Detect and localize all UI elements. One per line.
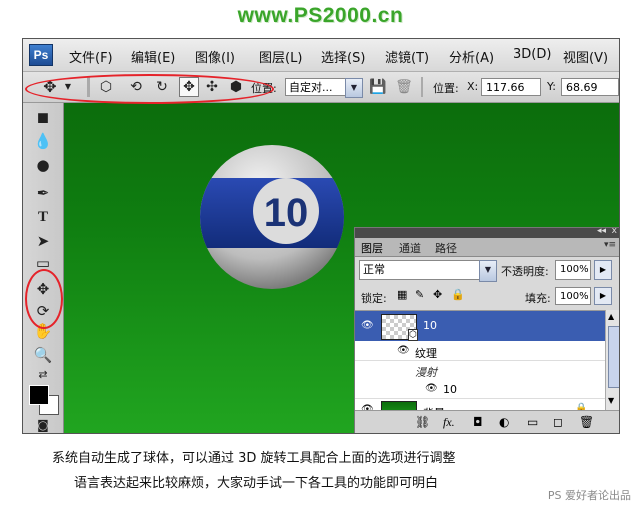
annotation-ellipse-toolbox (25, 269, 63, 329)
menu-file[interactable]: 文件(F) (69, 47, 113, 66)
new-layer-icon[interactable]: ◻ (553, 415, 563, 429)
tab-channels[interactable]: 通道 (399, 240, 421, 256)
scroll-thumb[interactable] (608, 326, 619, 388)
eraser-tool-icon[interactable]: ◼ (33, 107, 53, 127)
position-select[interactable]: 自定对... ▼ (285, 78, 363, 98)
layer-row-10[interactable]: 👁 ⬡ 10 (355, 311, 605, 341)
layer-list-scrollbar[interactable]: ▲ ▼ (605, 310, 619, 410)
ball-number: 10 (264, 191, 309, 235)
position2-label: 位置: (433, 82, 459, 95)
lock-pixels-icon[interactable]: ✎ (415, 288, 424, 301)
y-label: Y: (547, 80, 556, 93)
new-group-icon[interactable]: ▭ (527, 415, 538, 429)
add-mask-icon[interactable]: ◘ (473, 415, 483, 429)
eye-icon[interactable]: 👁 (425, 383, 438, 394)
blur-tool-icon[interactable]: 💧 (33, 131, 53, 151)
opacity-label: 不透明度: (501, 265, 549, 278)
fill-arrow-icon[interactable]: ▶ (594, 287, 612, 305)
caption-line-1: 系统自动生成了球体，可以通过 3D 旋转工具配合上面的选项进行调整 (52, 451, 456, 466)
layer-row-texture[interactable]: 👁 纹理 (355, 341, 605, 361)
toolbox: ◼ 💧 ● ✒ T ➤ ▭ ✥ ⟳ ✋ 🔍 ⇄ ◙ (23, 103, 64, 433)
layer-name: 10 (423, 319, 437, 332)
type-tool-icon[interactable]: T (33, 207, 53, 227)
menu-bar: Ps 文件(F) 编辑(E) 图像(I) 图层(L) 选择(S) 滤镜(T) 分… (23, 39, 619, 72)
menu-edit[interactable]: 编辑(E) (131, 47, 175, 66)
layers-panel: ◂◂ x 图层 通道 路径 ▾≡ 正常 ▼ 不透明度: 100% ▶ 锁定: ▦… (354, 226, 619, 433)
chevron-down-icon[interactable]: ▼ (479, 260, 497, 282)
collapse-icon[interactable]: ◂◂ (597, 226, 606, 236)
delete-layer-icon[interactable]: 🗑 (579, 415, 594, 429)
opacity-field[interactable]: 100% (555, 260, 591, 280)
save-position-icon[interactable]: 💾 (369, 78, 387, 96)
chevron-down-icon[interactable]: ▼ (345, 78, 363, 98)
tab-paths[interactable]: 路径 (435, 240, 457, 256)
eye-icon[interactable]: 👁 (397, 345, 410, 356)
scroll-down-icon[interactable]: ▼ (608, 396, 614, 405)
menu-select[interactable]: 选择(S) (321, 47, 365, 66)
menu-layer[interactable]: 图层(L) (259, 47, 302, 66)
menu-image[interactable]: 图像(I) (195, 47, 235, 66)
blend-mode-select[interactable]: 正常 ▼ (359, 260, 497, 282)
swap-colors-icon[interactable]: ⇄ (33, 365, 53, 385)
x-label: X: (467, 80, 479, 93)
menu-view[interactable]: 视图(V) (563, 47, 608, 66)
tab-layers[interactable]: 图层 (361, 240, 383, 256)
blend-mode-value: 正常 (363, 263, 385, 276)
panel-header: ◂◂ x (355, 226, 619, 238)
caption-line-2: 语言表达起来比较麻烦，大家动手试一下各工具的功能即可明白 (74, 476, 439, 491)
photoshop-window: Ps 文件(F) 编辑(E) 图像(I) 图层(L) 选择(S) 滤镜(T) 分… (22, 38, 620, 434)
menu-analysis[interactable]: 分析(A) (449, 47, 494, 66)
menu-3d[interactable]: 3D(D) (513, 47, 551, 62)
layer-thumbnail: ⬡ (381, 314, 418, 341)
fill-label: 填充: (525, 292, 551, 305)
opacity-arrow-icon[interactable]: ▶ (594, 260, 612, 280)
layer-name: 纹理 (415, 347, 437, 360)
3d-layer-icon: ⬡ (408, 329, 418, 341)
zoom-tool-icon[interactable]: 🔍 (33, 345, 53, 365)
lock-transparency-icon[interactable]: ▦ (397, 288, 407, 301)
layer-row-10-texture[interactable]: 👁 10 (355, 379, 605, 399)
layer-row-diffuse[interactable]: 漫射 (355, 361, 605, 379)
ps-logo-icon: Ps (29, 44, 53, 66)
site-title: www.PS2000.cn (237, 4, 404, 27)
annotation-ellipse-options (25, 74, 274, 104)
panel-tabs: 图层 通道 路径 ▾≡ (355, 238, 619, 257)
layers-panel-footer: ⛓ fx. ◘ ◐ ▭ ◻ 🗑 (355, 410, 619, 433)
fill-field[interactable]: 100% (555, 287, 591, 305)
watermark: PS 爱好者论出品 (547, 489, 631, 502)
pen-tool-icon[interactable]: ✒ (33, 183, 53, 203)
lock-label: 锁定: (361, 292, 387, 305)
scroll-up-icon[interactable]: ▲ (608, 312, 614, 321)
quick-mask-icon[interactable]: ◙ (33, 415, 53, 433)
panel-menu-icon[interactable]: ▾≡ (604, 240, 616, 250)
delete-position-icon[interactable]: 🗑 (395, 78, 413, 96)
menu-filter[interactable]: 滤镜(T) (385, 47, 429, 66)
eye-icon[interactable]: 👁 (361, 320, 374, 331)
layer-style-icon[interactable]: fx. (443, 415, 455, 430)
adjustment-layer-icon[interactable]: ◐ (499, 415, 509, 429)
layer-name: 漫射 (415, 366, 437, 379)
lock-all-icon[interactable]: 🔒 (451, 288, 465, 301)
dodge-tool-icon[interactable]: ● (33, 155, 53, 175)
layer-name: 10 (443, 383, 457, 396)
position-select-value: 自定对... (289, 81, 333, 94)
y-field[interactable]: 68.69 (561, 78, 619, 96)
path-select-tool-icon[interactable]: ➤ (33, 231, 53, 251)
x-field[interactable]: 117.66 (481, 78, 541, 96)
foreground-color-swatch[interactable] (29, 385, 49, 405)
lock-position-icon[interactable]: ✥ (433, 288, 442, 301)
close-icon[interactable]: x (612, 226, 617, 236)
link-layers-icon[interactable]: ⛓ (415, 415, 430, 429)
separator (421, 77, 423, 97)
